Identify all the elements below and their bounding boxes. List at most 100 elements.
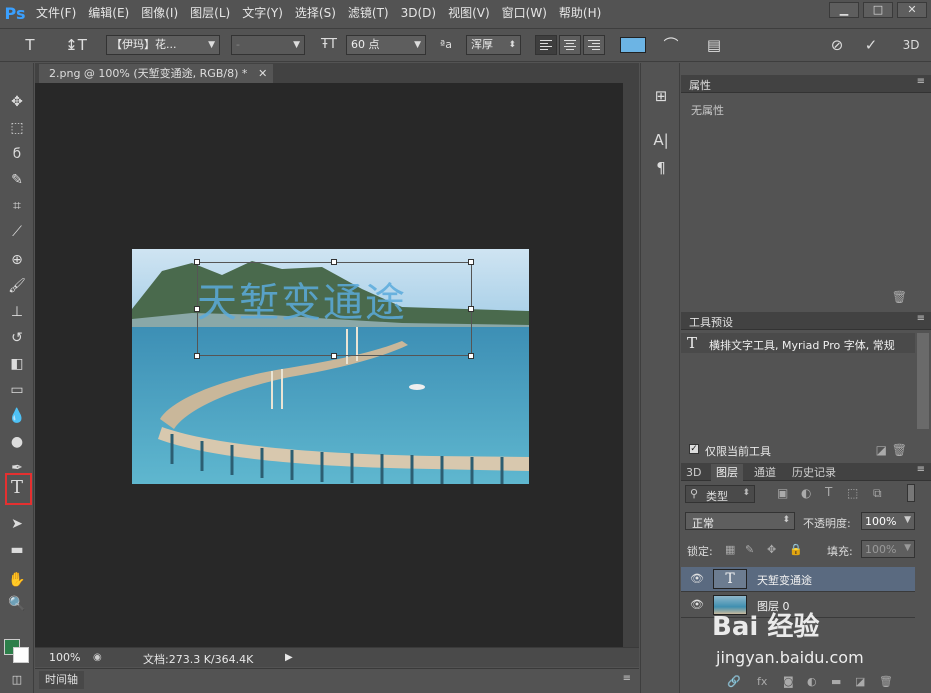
timeline-tab[interactable]: 时间轴 — [39, 671, 84, 689]
gradient-tool-icon[interactable]: ▭ — [5, 379, 29, 401]
filter-toggle-switch[interactable] — [907, 484, 915, 502]
lasso-tool-icon[interactable]: ϭ — [5, 143, 29, 165]
filter-type-icon[interactable]: T — [825, 485, 832, 499]
trash-icon[interactable]: 🗑 — [892, 290, 907, 304]
commit-edit-icon[interactable]: ✓ — [860, 35, 882, 55]
brush-tool-icon[interactable]: 🖌 — [5, 275, 29, 297]
filter-adjustment-icon[interactable]: ◐ — [801, 486, 811, 500]
menu-filter[interactable]: 滤镜(T) — [342, 0, 395, 26]
new-preset-icon[interactable]: ◪ — [876, 443, 887, 457]
align-center-button[interactable] — [559, 35, 581, 55]
layer-filter-select[interactable]: ⚲ 类型 ⬍ — [685, 485, 755, 503]
transform-handle[interactable] — [194, 353, 200, 359]
character-panel-icon[interactable]: ▤ — [703, 35, 725, 55]
align-left-button[interactable] — [535, 35, 557, 55]
history-brush-tool-icon[interactable]: ↺ — [5, 327, 29, 349]
panel-menu-icon[interactable]: ≡ — [917, 464, 925, 475]
rectangle-tool-icon[interactable]: ▬ — [5, 539, 29, 561]
transform-handle[interactable] — [468, 306, 474, 312]
fill-field[interactable]: 100% ▼ — [861, 540, 915, 558]
toggle-text-orientation-icon[interactable]: ↨T — [64, 35, 88, 55]
menu-file[interactable]: 文件(F) — [30, 0, 82, 26]
menu-edit[interactable]: 编辑(E) — [82, 0, 135, 26]
canvas-type-text[interactable]: 天堑变通途 — [197, 270, 407, 328]
history-snapshot-icon[interactable]: ⊞ — [649, 85, 673, 107]
menu-image[interactable]: 图像(I) — [135, 0, 184, 26]
zoom-tool-icon[interactable]: 🔍 — [5, 593, 29, 615]
group-folder-icon[interactable]: ▬ — [831, 675, 841, 688]
trash-icon[interactable]: 🗑 — [892, 443, 907, 457]
align-right-button[interactable] — [583, 35, 605, 55]
document-tab[interactable]: 2.png @ 100% (天堑变通途, RGB/8) * ✕ — [39, 64, 274, 83]
menu-help[interactable]: 帮助(H) — [553, 0, 607, 26]
eye-icon[interactable]: 👁 — [689, 573, 705, 585]
layer-row[interactable]: 👁 T 天堑变通途 — [681, 567, 915, 592]
clone-stamp-tool-icon[interactable]: ⊥ — [5, 301, 29, 323]
transform-handle[interactable] — [331, 259, 337, 265]
tab-channels[interactable]: 通道 — [749, 464, 781, 481]
vertical-scrollbar[interactable] — [917, 333, 929, 429]
transform-handle[interactable] — [331, 353, 337, 359]
warp-text-icon[interactable]: ⌒ — [660, 35, 682, 55]
menu-view[interactable]: 视图(V) — [442, 0, 496, 26]
font-size-select[interactable]: 60 点 ▼ — [346, 35, 426, 55]
eyedropper-tool-icon[interactable]: ⟋ — [5, 221, 29, 243]
transform-handle[interactable] — [468, 259, 474, 265]
tool-preset-item[interactable]: T 横排文字工具, Myriad Pro 字体, 常规 — [681, 333, 915, 353]
lock-transparent-icon[interactable]: ▦ — [725, 543, 735, 556]
status-menu-arrow-icon[interactable]: ▶ — [285, 652, 293, 663]
paragraph-panel-icon[interactable]: ¶ — [649, 157, 673, 179]
cancel-edit-icon[interactable]: ⊘ — [826, 35, 848, 55]
panel-menu-icon[interactable]: ≡ — [623, 673, 631, 684]
font-style-select[interactable]: - ▼ — [231, 35, 305, 55]
current-tool-only-checkbox[interactable]: ✓ — [689, 444, 699, 454]
new-layer-icon[interactable]: ◪ — [855, 675, 865, 688]
3d-text-icon[interactable]: 3D — [898, 35, 924, 55]
crop-tool-icon[interactable]: ⌗ — [5, 195, 29, 217]
move-tool-icon[interactable]: ✥ — [5, 91, 29, 113]
eye-icon[interactable]: 👁 — [689, 599, 705, 611]
lock-pixels-icon[interactable]: ✎ — [745, 543, 754, 556]
dodge-tool-icon[interactable]: ● — [5, 431, 29, 453]
type-tool-icon[interactable]: T — [5, 477, 29, 499]
link-layers-icon[interactable]: 🔗 — [727, 675, 741, 688]
menu-3d[interactable]: 3D(D) — [395, 0, 442, 26]
tab-3d[interactable]: 3D — [681, 464, 706, 481]
marquee-tool-icon[interactable]: ⬚ — [5, 117, 29, 139]
filter-pixel-icon[interactable]: ▣ — [777, 486, 788, 500]
type-tool-preset-icon[interactable]: T — [16, 35, 44, 55]
properties-title[interactable]: 属性 — [689, 77, 711, 93]
filter-smart-object-icon[interactable]: ⧉ — [873, 486, 882, 501]
menu-type[interactable]: 文字(Y) — [236, 0, 289, 26]
background-color-swatch[interactable] — [13, 647, 29, 663]
eraser-tool-icon[interactable]: ◧ — [5, 353, 29, 375]
character-panel-icon[interactable]: A| — [649, 129, 673, 151]
maximize-button[interactable]: □ — [863, 2, 893, 18]
filter-shape-icon[interactable]: ⬚ — [847, 486, 858, 500]
quick-selection-tool-icon[interactable]: ✎ — [5, 169, 29, 191]
panel-menu-icon[interactable]: ≡ — [917, 76, 925, 87]
adjustment-layer-icon[interactable]: ◐ — [807, 675, 817, 688]
healing-brush-tool-icon[interactable]: ⊕ — [5, 249, 29, 271]
lock-position-icon[interactable]: ✥ — [767, 543, 776, 556]
close-button[interactable]: ✕ — [897, 2, 927, 18]
minimize-button[interactable]: ▁ — [829, 2, 859, 18]
layer-style-icon[interactable]: fx — [757, 675, 767, 688]
menu-select[interactable]: 选择(S) — [289, 0, 342, 26]
blend-mode-select[interactable]: 正常 ⬍ — [685, 512, 795, 530]
tool-presets-title[interactable]: 工具预设 — [689, 314, 733, 330]
close-icon[interactable]: ✕ — [258, 64, 267, 83]
export-icon[interactable]: ◉ — [93, 652, 102, 663]
quick-mask-icon[interactable]: ◫ — [5, 669, 29, 691]
transform-handle[interactable] — [194, 259, 200, 265]
vertical-scrollbar[interactable] — [623, 83, 639, 647]
blur-tool-icon[interactable]: 💧 — [5, 405, 29, 427]
hand-tool-icon[interactable]: ✋ — [5, 569, 29, 591]
antialias-select[interactable]: 浑厚 ⬍ — [466, 35, 521, 55]
tab-history[interactable]: 历史记录 — [787, 464, 841, 481]
font-family-select[interactable]: 【伊玛】花... ▼ — [106, 35, 220, 55]
menu-window[interactable]: 窗口(W) — [496, 0, 553, 26]
lock-all-icon[interactable]: 🔒 — [789, 543, 803, 556]
menu-layer[interactable]: 图层(L) — [184, 0, 236, 26]
panel-menu-icon[interactable]: ≡ — [917, 313, 925, 324]
